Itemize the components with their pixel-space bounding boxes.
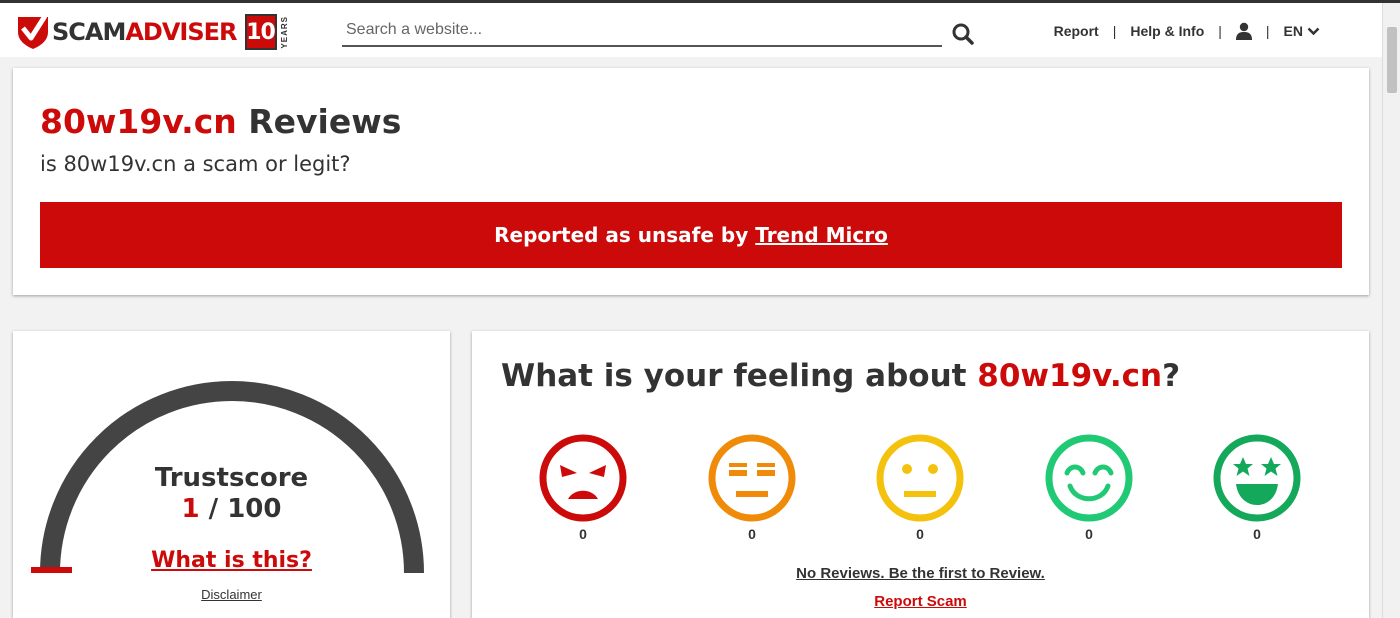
feeling-title-prefix: What is your feeling about	[501, 358, 978, 394]
no-reviews-link[interactable]: No Reviews. Be the first to Review.	[472, 565, 1369, 582]
happy-face-icon[interactable]	[1044, 433, 1134, 523]
reviews-header-card: 80w19v.cn Reviews is 80w19v.cn a scam or…	[13, 68, 1369, 295]
unsafe-alert-banner: Reported as unsafe by Trend Micro	[40, 202, 1342, 268]
page-subtitle: is 80w19v.cn a scam or legit?	[40, 152, 351, 176]
trend-micro-link[interactable]: Trend Micro	[755, 223, 888, 247]
alert-text: Reported as unsafe by	[494, 223, 749, 247]
scamadviser-logo[interactable]: SCAMADVISER 10 YEARS	[16, 10, 289, 54]
nav-report[interactable]: Report	[1054, 23, 1099, 39]
top-nav: Report | Help & Info | | EN	[1054, 22, 1320, 40]
title-domain: 80w19v.cn	[40, 102, 237, 141]
chevron-down-icon	[1307, 27, 1320, 35]
trustscore-value: 1 / 100	[13, 494, 450, 524]
report-scam-link[interactable]: Report Scam	[472, 593, 1369, 610]
nav-help-info[interactable]: Help & Info	[1130, 23, 1204, 39]
years-label: YEARS	[279, 15, 289, 49]
ten-years-badge: 10	[244, 14, 277, 50]
shield-check-icon	[18, 14, 48, 49]
nav-separator: |	[1112, 23, 1117, 39]
neutral-face-icon[interactable]	[875, 433, 965, 523]
trustscore-card: Trustscore 1 / 100 What is this? Disclai…	[13, 331, 450, 618]
nav-separator: |	[1265, 23, 1270, 39]
annoyed-count: 0	[748, 526, 756, 542]
annoyed-face-icon[interactable]	[707, 433, 797, 523]
trustscore-number: 1	[181, 494, 200, 524]
feeling-title-suffix: ?	[1162, 358, 1181, 394]
star-eyes-count: 0	[1253, 526, 1261, 542]
search-input[interactable]	[342, 15, 942, 45]
angry-count: 0	[579, 526, 587, 542]
title-suffix: Reviews	[236, 102, 402, 141]
feeling-title-domain: 80w19v.cn	[977, 358, 1163, 394]
trustscore-label: Trustscore	[154, 463, 309, 493]
page-title: 80w19v.cn Reviews	[40, 102, 401, 141]
logo-wordmark: SCAMADVISER	[52, 18, 238, 46]
language-selector[interactable]: EN	[1284, 23, 1320, 39]
star-eyes-face-icon[interactable]	[1212, 433, 1302, 523]
feeling-card: What is your feeling about 80w19v.cn? 0 …	[472, 331, 1369, 618]
what-is-this-link[interactable]: What is this?	[13, 548, 450, 573]
search-icon[interactable]	[952, 23, 974, 45]
feeling-title: What is your feeling about 80w19v.cn?	[501, 358, 1180, 394]
language-label: EN	[1283, 23, 1303, 39]
user-icon[interactable]	[1235, 22, 1252, 40]
site-header: SCAMADVISER 10 YEARS Report | Help & Inf…	[0, 3, 1382, 57]
scrollbar-thumb[interactable]	[1387, 27, 1397, 93]
nav-separator: |	[1218, 23, 1222, 39]
happy-count: 0	[1085, 526, 1093, 542]
search-bar	[342, 15, 942, 47]
trustscore-max: / 100	[199, 494, 282, 524]
angry-face-icon[interactable]	[538, 433, 628, 523]
disclaimer-link[interactable]: Disclaimer	[13, 587, 450, 602]
neutral-count: 0	[916, 526, 924, 542]
page-scrollbar[interactable]	[1382, 3, 1400, 618]
